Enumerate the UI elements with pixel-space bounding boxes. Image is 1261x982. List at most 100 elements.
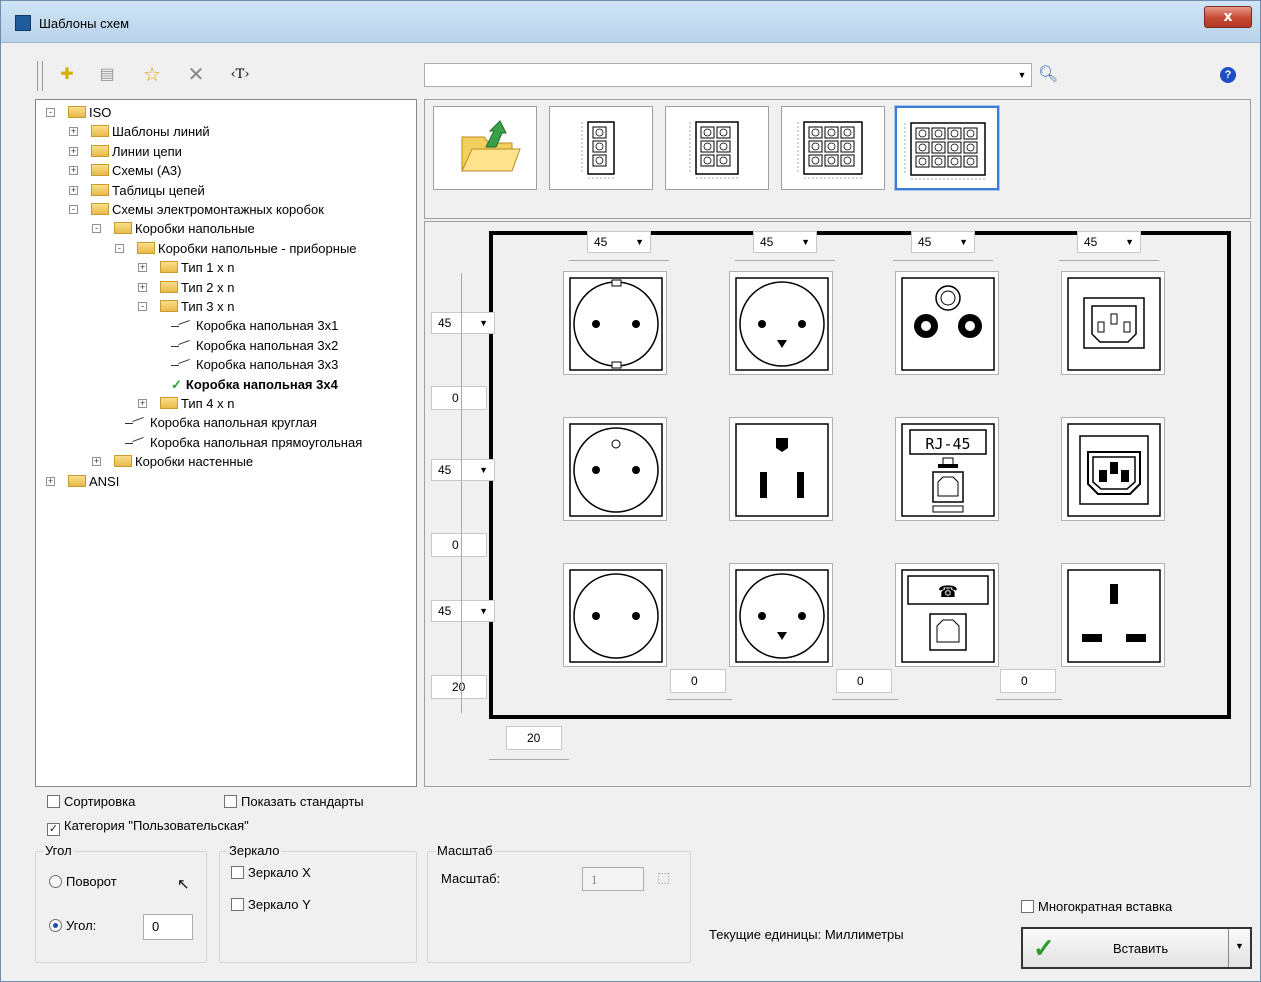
svg-text:☎: ☎ [938, 582, 958, 601]
left-margin-input[interactable]: 20 [506, 726, 562, 750]
tree-node[interactable]: - Тип 3 x n [138, 297, 234, 316]
expand-icon[interactable]: + [138, 399, 147, 408]
socket-us-nema-icon[interactable] [729, 417, 833, 521]
scale-label: Масштаб: [441, 871, 501, 886]
tree-node[interactable]: Коробка напольная прямоугольная [125, 433, 362, 452]
socket-french-e-icon[interactable] [729, 271, 833, 375]
column-width-select[interactable]: 45 ▼ [1077, 231, 1141, 253]
tree-node[interactable]: - Коробки напольные - приборные [115, 239, 357, 258]
tree-node[interactable]: + Тип 4 x n [138, 394, 234, 413]
tree-node[interactable]: - Коробки напольные [92, 219, 255, 238]
column-width-select[interactable]: 45 ▼ [753, 231, 817, 253]
socket-coax-tv-icon[interactable] [895, 271, 999, 375]
insert-button[interactable]: ✓ Вставить ▼ [1021, 927, 1252, 969]
tree-node-label: Тип 2 x n [181, 279, 235, 295]
mirror-x-checkbox[interactable]: Зеркало X [231, 864, 311, 882]
socket-rj45-data-icon[interactable]: RJ-45 [895, 417, 999, 521]
socket-symbol [569, 423, 663, 517]
close-button[interactable]: x [1204, 6, 1252, 28]
favorite-star-icon[interactable]: ☆ [141, 63, 163, 87]
show-standards-checkbox[interactable]: Показать стандарты [224, 793, 364, 811]
grid-3x3-icon [797, 121, 863, 179]
socket-euro-2pin-icon[interactable] [563, 563, 667, 667]
delete-icon[interactable]: ✕ [185, 63, 207, 87]
scale-input[interactable]: 1 [582, 867, 644, 891]
scale-pick-icon[interactable]: ⬚ [657, 869, 670, 886]
pick-cursor-icon[interactable]: ↖ [177, 875, 190, 893]
row-height-select[interactable]: 45 ▼ [431, 459, 495, 481]
angle-radio[interactable]: Угол: [49, 917, 96, 935]
chevron-down-icon[interactable]: ▼ [1012, 63, 1032, 87]
row-gap-input[interactable]: 20 [431, 675, 487, 699]
search-icon[interactable]: 🔍︎ [1038, 64, 1058, 84]
angle-input[interactable]: 0 [143, 914, 193, 940]
tree-node[interactable]: - Схемы электромонтажных коробок [69, 200, 324, 219]
expand-icon[interactable]: + [46, 476, 55, 486]
socket-symbol [735, 423, 829, 517]
collapse-icon[interactable]: - [138, 302, 147, 311]
properties-icon[interactable]: ▤ [97, 63, 117, 87]
text-tool-button[interactable]: ‹T› [227, 63, 253, 87]
collapse-icon[interactable]: - [115, 243, 124, 253]
title-bar: Шаблоны схем x [1, 1, 1260, 43]
row-height-select[interactable]: 45 ▼ [431, 600, 495, 622]
tree-node[interactable]: Коробка напольная 3x2 [171, 336, 338, 355]
expand-icon[interactable]: + [69, 166, 78, 176]
layout-thumb-3x2[interactable] [665, 106, 769, 190]
tree-node[interactable]: ✓ Коробка напольная 3x4 [171, 375, 338, 394]
tree-node[interactable]: + Шаблоны линий [69, 122, 210, 141]
expand-icon[interactable]: + [69, 146, 78, 156]
tree-node[interactable]: + Линии цепи [69, 142, 182, 161]
open-folder-thumb[interactable] [433, 106, 537, 190]
socket-uk-bs1363-icon[interactable] [1061, 563, 1165, 667]
layout-thumb-3x4[interactable] [895, 106, 999, 190]
tree-node[interactable]: - ISO [46, 103, 111, 122]
grid-3x4-icon [904, 122, 986, 180]
row-gap-input[interactable]: 0 [431, 386, 487, 410]
expand-icon[interactable]: + [92, 457, 101, 467]
mirror-y-checkbox[interactable]: Зеркало Y [231, 896, 311, 914]
expand-icon[interactable]: + [138, 263, 147, 273]
collapse-icon[interactable]: - [46, 108, 55, 117]
expand-icon[interactable]: + [69, 185, 78, 195]
socket-iec-c20-icon[interactable] [1061, 417, 1165, 521]
dimension-line [832, 699, 898, 700]
tree-node[interactable]: Коробка напольная 3x3 [171, 355, 338, 374]
tree-node[interactable]: + ANSI [46, 472, 119, 491]
expand-icon[interactable]: + [138, 282, 147, 292]
row-height-select[interactable]: 45 ▼ [431, 312, 495, 334]
socket-cee-french-icon[interactable] [563, 417, 667, 521]
help-icon[interactable]: ? [1220, 67, 1236, 83]
tree-node[interactable]: Коробка напольная 3x1 [171, 316, 338, 335]
tree-node[interactable]: + Таблицы цепей [69, 181, 205, 200]
layout-thumb-3x3[interactable] [781, 106, 885, 190]
column-gap-input[interactable]: 0 [1000, 669, 1056, 693]
column-gap-input[interactable]: 0 [670, 669, 726, 693]
tree-node[interactable]: + Тип 2 x n [138, 278, 235, 297]
rotation-radio[interactable]: Поворот [49, 873, 117, 891]
tree-node[interactable]: + Схемы (А3) [69, 161, 181, 180]
search-combo[interactable] [424, 63, 1032, 87]
tree-node[interactable]: + Тип 1 x n [138, 258, 234, 277]
row-gap-input[interactable]: 0 [431, 533, 487, 557]
custom-category-checkbox[interactable]: ✓ Категория "Пользовательская" [47, 817, 249, 836]
collapse-icon[interactable]: - [69, 205, 78, 214]
tree-node[interactable]: + Коробки настенные [92, 452, 253, 471]
add-icon[interactable]: ✚ [57, 63, 77, 87]
layout-thumb-3x1[interactable] [549, 106, 653, 190]
column-width-select[interactable]: 45 ▼ [587, 231, 651, 253]
collapse-icon[interactable]: - [92, 224, 101, 234]
socket-telephone-rj11-icon[interactable]: ☎ [895, 563, 999, 667]
socket-french-e-2-icon[interactable] [729, 563, 833, 667]
tree-node[interactable]: Коробка напольная круглая [125, 413, 317, 432]
insert-options-arrow-icon[interactable]: ▼ [1235, 941, 1244, 951]
socket-schuko-icon[interactable] [563, 271, 667, 375]
tree-node-label: Коробка напольная 3x1 [196, 318, 339, 334]
column-width-select[interactable]: 45 ▼ [911, 231, 975, 253]
sort-checkbox[interactable]: Сортировка [47, 793, 135, 811]
template-tree[interactable]: - ISO + Шаблоны линий + Линии цепи + Схемы (А3)… [35, 99, 417, 787]
expand-icon[interactable]: + [69, 127, 78, 137]
multi-insert-checkbox[interactable]: Многократная вставка [1021, 898, 1172, 916]
column-gap-input[interactable]: 0 [836, 669, 892, 693]
socket-iec-c14-icon[interactable] [1061, 271, 1165, 375]
